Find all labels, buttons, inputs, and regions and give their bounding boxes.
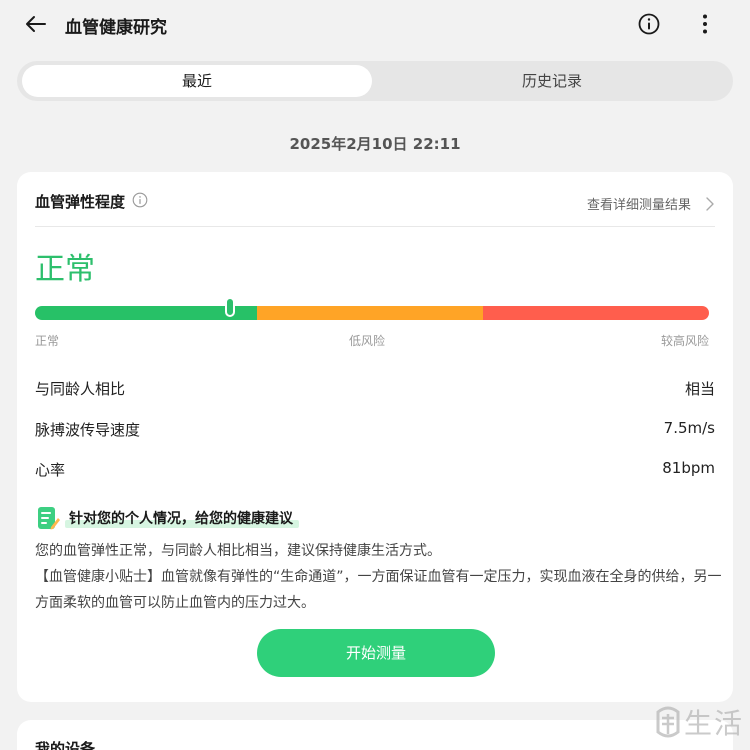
more-vertical-icon xyxy=(703,14,707,34)
scale-segment-high-risk xyxy=(483,306,709,320)
page-title: 血管健康研究 xyxy=(65,18,167,38)
row-label-peer-compare: 与同龄人相比 xyxy=(35,380,126,398)
arrow-left-icon xyxy=(26,16,46,32)
back-button[interactable] xyxy=(22,10,50,38)
advice-title: 针对您的个人情况，给您的健康建议 xyxy=(65,508,299,528)
scale-marker xyxy=(225,297,236,317)
top-bar: 血管健康研究 xyxy=(0,0,750,50)
more-button[interactable] xyxy=(693,12,717,36)
row-label-pwv: 脉搏波传导速度 xyxy=(35,421,141,439)
scale-label-normal: 正常 xyxy=(35,334,60,348)
watermark-icon xyxy=(656,706,680,738)
devices-title: 我的设备 xyxy=(35,740,96,750)
info-button[interactable] xyxy=(637,12,661,36)
status-text: 正常 xyxy=(35,252,95,287)
advice-header: 针对您的个人情况，给您的健康建议 xyxy=(37,505,299,531)
scale-segment-low-risk xyxy=(257,306,484,320)
watermark-text: 生活 xyxy=(684,707,745,740)
advice-tip: 【血管健康小贴士】血管就像有弹性的“生命通道”，一方面保证血管有一定压力，实现血… xyxy=(35,569,722,611)
card-title: 血管弹性程度 xyxy=(35,193,126,211)
info-circle-icon[interactable] xyxy=(132,192,148,208)
report-icon xyxy=(38,507,60,530)
risk-scale-bar xyxy=(35,306,709,320)
advice-summary: 您的血管弹性正常，与同龄人相比相当，建议保持健康生活方式。 xyxy=(35,543,441,559)
scale-label-high-risk: 较高风险 xyxy=(660,334,709,348)
row-label-heart-rate: 心率 xyxy=(35,461,66,479)
view-details-label: 查看详细测量结果 xyxy=(586,198,691,213)
view-details-link[interactable]: 查看详细测量结果 xyxy=(587,194,715,213)
tab-recent[interactable]: 最近 xyxy=(22,65,372,97)
watermark-logo: 生活 xyxy=(648,700,750,750)
tab-history[interactable]: 历史记录 xyxy=(377,65,727,97)
info-circle-icon xyxy=(638,13,660,35)
measurement-date: 2025年2月10日 22:11 xyxy=(289,135,461,153)
chevron-right-icon xyxy=(706,196,714,211)
devices-card: 我的设备 xyxy=(17,720,733,750)
row-value-pwv: 7.5m/s xyxy=(663,419,715,437)
elasticity-card: 血管弹性程度 查看详细测量结果 正常 正常 低风险 较高风险 与同龄人相比 相当… xyxy=(17,172,733,702)
scale-segment-normal xyxy=(35,306,258,320)
divider xyxy=(35,226,715,227)
start-measurement-button[interactable]: 开始测量 xyxy=(257,629,495,677)
tab-bar: 最近 历史记录 xyxy=(17,61,733,101)
advice-title-text: 针对您的个人情况，给您的健康建议 xyxy=(69,511,293,527)
row-value-heart-rate: 81bpm xyxy=(662,459,715,477)
scale-label-low-risk: 低风险 xyxy=(349,334,386,348)
row-value-peer-compare: 相当 xyxy=(684,380,715,398)
